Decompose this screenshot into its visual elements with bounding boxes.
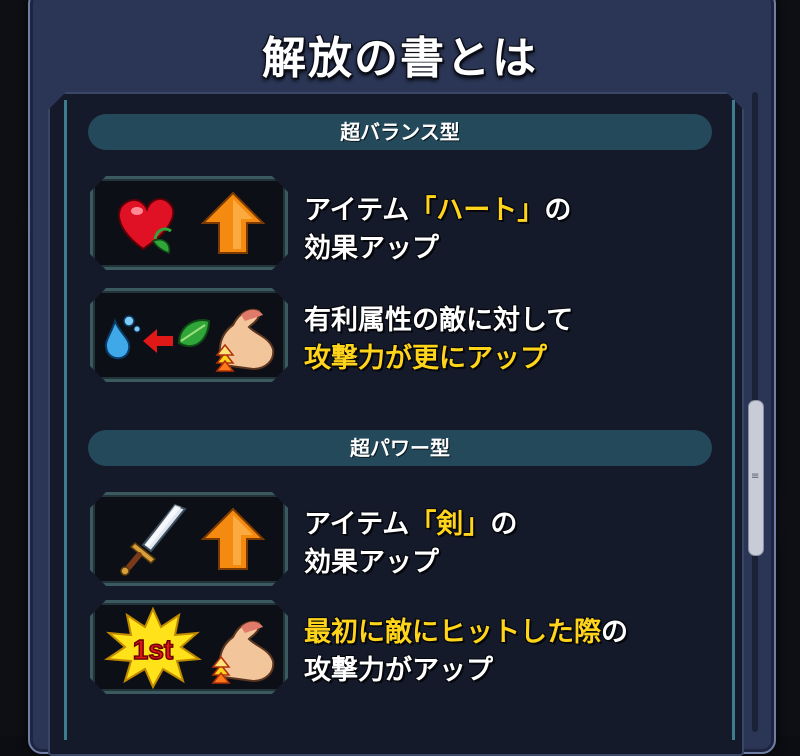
attack-up-arm-icon [217,310,273,371]
desc-line-1: アイテム「剣」の [304,506,724,544]
content-border-left [64,100,67,740]
effect-description-heart: アイテム「ハート」の 効果アップ [304,192,724,268]
desc-text: 有利属性の敵に対して [304,305,574,336]
content-border-right [732,100,735,740]
desc-highlight: 「ハート」 [409,195,545,226]
desc-highlight: 最初に敵にヒットした際 [304,617,601,648]
wood-element-icon [179,320,209,346]
section-header-power: 超パワー型 [88,430,712,466]
desc-text: 攻撃力がアップ [304,655,493,686]
desc-line-2: 効果アップ [304,544,724,582]
effect-description-advantage: 有利属性の敵に対して 攻撃力が更にアップ [304,302,724,378]
heart-item-icon [119,199,173,253]
desc-highlight: 攻撃力が更にアップ [304,343,547,374]
water-element-icon [106,316,140,358]
desc-text: の [490,509,518,540]
page-title: 解放の書とは [262,33,538,84]
desc-text: アイテム [304,195,410,226]
desc-text: の [544,195,572,226]
desc-highlight: 「剣」 [409,509,491,540]
effect-description-sword: アイテム「剣」の 効果アップ [304,506,724,582]
first-hit-burst-icon: 1st [107,609,199,687]
desc-line-1: 有利属性の敵に対して [304,302,724,340]
desc-text: 効果アップ [304,547,439,578]
desc-line-2: 攻撃力がアップ [304,652,724,690]
effect-icon-box-advantage [90,288,288,382]
desc-text: 効果アップ [304,233,439,264]
up-arrow-icon [203,509,263,569]
first-hit-label: 1st [133,634,173,665]
up-arrow-icon [203,193,263,253]
desc-text: の [601,617,628,648]
advantage-arrow-icon [143,329,173,353]
desc-line-2: 攻撃力が更にアップ [304,340,724,378]
desc-line-1: アイテム「ハート」の [304,192,724,230]
desc-text: アイテム [304,509,410,540]
desc-line-1: 最初に敵にヒットした際の [304,614,724,652]
desc-line-2: 効果アップ [304,230,724,268]
effect-icon-box-heart [90,176,288,270]
attack-up-arm-icon [213,622,273,683]
effect-icon-box-first-hit: 1st [90,600,288,694]
scrollbar-grip-icon: ≡ [751,471,760,482]
section-header-balance: 超バランス型 [88,114,712,150]
effect-icon-box-sword [90,492,288,586]
effect-description-first-hit: 最初に敵にヒットした際の 攻撃力がアップ [304,614,724,690]
sword-item-icon [121,505,185,575]
